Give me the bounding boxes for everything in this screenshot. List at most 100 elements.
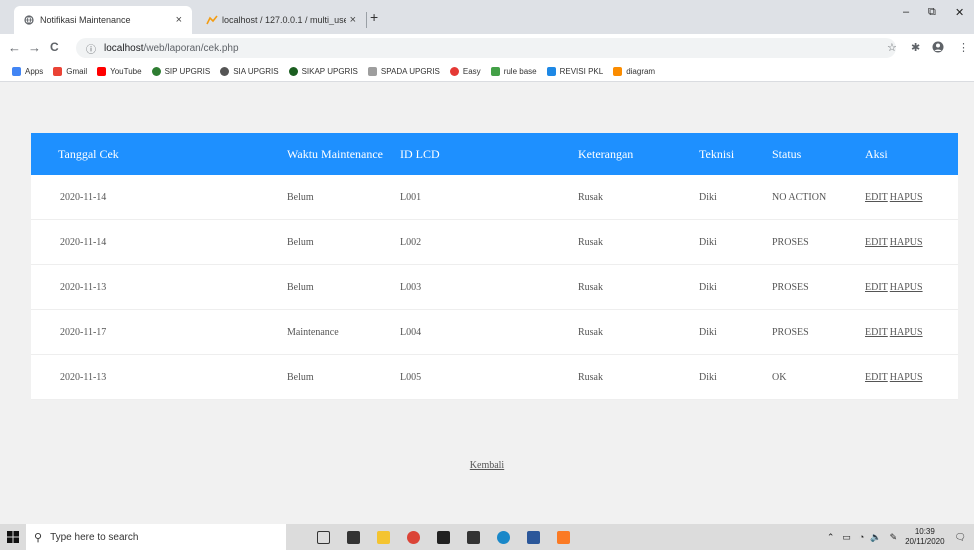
clock-time: 10:39 [914,527,935,536]
table-row: 2020-11-14 Belum L002 Rusak Diki PROSES … [31,220,958,265]
notification-icon[interactable]: 🗨 [955,532,966,543]
extensions-icon[interactable]: ✱ [911,41,920,54]
document-icon [546,67,556,76]
address-bar[interactable]: ⓘ localhost/web/laporan/cek.php [76,38,896,58]
edit-link[interactable]: EDIT [865,372,888,383]
windows-taskbar: ⚲ Type here to search ⌃ ▭ ◔ 🔈 ✎ 10:39 20… [0,524,974,550]
hapus-link[interactable]: HAPUS [890,372,923,383]
back-arrow-icon[interactable]: ← [8,40,21,55]
tab-phpmyadmin[interactable]: localhost / 127.0.0.1 / multi_user × [196,6,366,34]
windows-start-icon[interactable] [0,524,26,550]
browser-toolbar: ← → C ⓘ localhost/web/laporan/cek.php ☆ … [0,34,974,62]
bookmark-spada-upgris[interactable]: SPADA UPGRIS [367,67,440,76]
cell-keterangan: Rusak [578,191,603,203]
volume-icon[interactable]: 🔈 [870,532,881,543]
mail-icon[interactable] [458,524,488,550]
cell-teknisi: Diki [699,326,717,338]
close-tab-icon[interactable]: × [350,14,356,26]
edit-link[interactable]: EDIT [865,282,888,293]
cell-status: NO ACTION [772,191,827,203]
store-icon[interactable] [428,524,458,550]
star-icon[interactable]: ☆ [887,41,897,54]
bookmark-sia-upgris[interactable]: SIA UPGRIS [220,67,279,76]
browser-chrome: Notifikasi Maintenance × localhost / 127… [0,0,974,82]
easy-icon [449,67,459,76]
cell-tanggal: 2020-11-13 [60,371,107,383]
forward-arrow-icon[interactable]: → [28,40,41,55]
bookmark-easy[interactable]: Easy [449,67,481,76]
cell-teknisi: Diki [699,191,717,203]
bookmark-youtube[interactable]: YouTube [97,67,142,76]
new-tab-button[interactable]: + [370,9,378,25]
shield-icon [288,67,298,76]
cell-waktu: Belum [287,236,314,248]
header-status: Status [772,146,802,161]
edit-link[interactable]: EDIT [865,327,888,338]
tab-notifikasi[interactable]: Notifikasi Maintenance × [14,6,192,34]
hapus-link[interactable]: HAPUS [890,237,923,248]
cell-status: PROSES [772,236,809,248]
chevron-up-icon[interactable]: ⌃ [827,532,835,543]
tab-title: localhost / 127.0.0.1 / multi_user [222,15,346,25]
cell-aksi: EDIT HAPUS [865,192,958,203]
header-tanggal-cek: Tanggal Cek [58,146,119,161]
bookmark-sikap-upgris[interactable]: SIKAP UPGRIS [288,67,358,76]
task-view-icon[interactable] [308,524,338,550]
diagram-icon [613,67,623,76]
clock[interactable]: 10:39 20/11/2020 [905,527,944,547]
edit-link[interactable]: EDIT [865,192,888,203]
hapus-link[interactable]: HAPUS [890,192,923,203]
cell-status: PROSES [772,326,809,338]
search-icon: ⚲ [34,531,43,544]
bookmark-gmail[interactable]: Gmail [53,67,87,76]
header-keterangan: Keterangan [578,146,634,161]
xampp-icon[interactable] [548,524,578,550]
bookmark-apps[interactable]: Apps [12,67,43,76]
bookmarks-bar: Apps Gmail YouTube SIP UPGRIS SIA UPGRIS… [0,62,974,82]
rule-base-icon [490,67,500,76]
info-icon[interactable]: ⓘ [86,41,96,56]
cell-teknisi: Diki [699,236,717,248]
hapus-link[interactable]: HAPUS [890,282,923,293]
edge-icon[interactable] [488,524,518,550]
profile-avatar-icon[interactable] [932,41,944,56]
menu-kebab-icon[interactable]: ⋮ [958,41,969,54]
minimize-icon[interactable]: – [903,6,909,18]
cell-id-lcd: L002 [400,236,422,248]
chrome-icon[interactable] [398,524,428,550]
wifi-icon[interactable]: ◔ [859,532,864,542]
close-window-icon[interactable]: ✕ [955,6,964,19]
taskbar-search-input[interactable]: ⚲ Type here to search [26,524,286,550]
cell-teknisi: Diki [699,371,717,383]
pen-icon[interactable]: ✎ [890,532,898,543]
cell-keterangan: Rusak [578,236,603,248]
cell-teknisi: Diki [699,281,717,293]
edit-link[interactable]: EDIT [865,237,888,248]
bookmark-sip-upgris[interactable]: SIP UPGRIS [151,67,210,76]
close-tab-icon[interactable]: × [176,14,182,26]
app-icon[interactable] [338,524,368,550]
clock-date: 20/11/2020 [905,537,945,546]
youtube-icon [97,67,107,76]
shield-icon [151,67,161,76]
maximize-icon[interactable]: ⧉ [928,6,936,19]
back-link-container: Kembali [0,460,974,471]
reload-icon[interactable]: C [50,40,59,54]
bookmark-revisi-pkl[interactable]: REVISI PKL [546,67,603,76]
kembali-link[interactable]: Kembali [470,460,504,471]
header-aksi: Aksi [865,146,888,161]
bookmark-rule-base[interactable]: rule base [490,67,537,76]
cell-waktu: Maintenance [287,326,339,338]
bookmark-diagram[interactable]: diagram [613,67,655,76]
file-explorer-icon[interactable] [368,524,398,550]
cell-keterangan: Rusak [578,281,603,293]
cell-status: PROSES [772,281,809,293]
hapus-link[interactable]: HAPUS [890,327,923,338]
table-row: 2020-11-13 Belum L003 Rusak Diki PROSES … [31,265,958,310]
battery-icon[interactable]: ▭ [842,532,851,543]
header-waktu-maintenance: Waktu Maintenance [287,146,383,161]
table-row: 2020-11-14 Belum L001 Rusak Diki NO ACTI… [31,175,958,220]
cell-tanggal: 2020-11-14 [60,236,107,248]
word-icon[interactable] [518,524,548,550]
tab-strip: Notifikasi Maintenance × localhost / 127… [0,0,974,34]
